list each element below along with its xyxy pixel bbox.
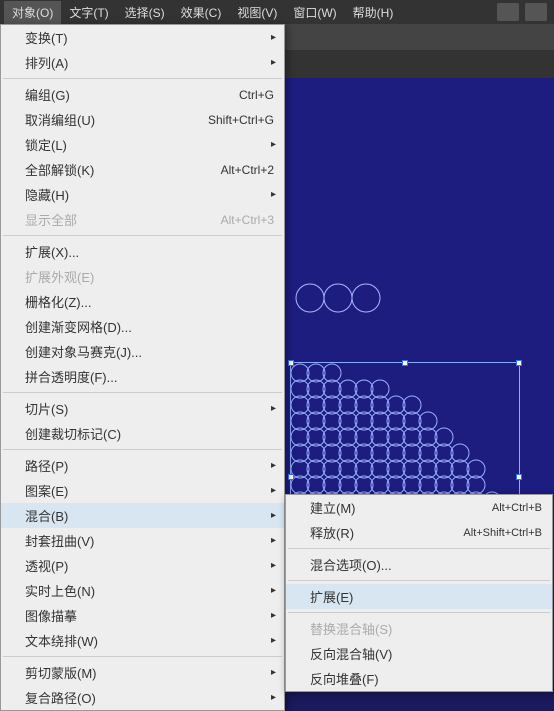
menubar: 对象(O) 文字(T) 选择(S) 效果(C) 视图(V) 窗口(W) 帮助(H… xyxy=(0,0,554,24)
bridge-icon[interactable] xyxy=(497,3,519,21)
submenu-item[interactable]: 释放(R)Alt+Shift+Ctrl+B xyxy=(286,520,552,545)
menu-item[interactable]: 全部解锁(K)Alt+Ctrl+2 xyxy=(1,157,284,182)
submenu-item: 替换混合轴(S) xyxy=(286,616,552,641)
blend-submenu: 建立(M)Alt+Ctrl+B释放(R)Alt+Shift+Ctrl+B 混合选项… xyxy=(285,494,553,692)
object-menu: 变换(T)▸排列(A)▸ 编组(G)Ctrl+G取消编组(U)Shift+Ctrl… xyxy=(0,24,285,711)
chevron-right-icon: ▸ xyxy=(271,692,276,703)
menu-item[interactable]: 创建对象马赛克(J)... xyxy=(1,339,284,364)
menu-item[interactable]: 文本绕排(W)▸ xyxy=(1,628,284,653)
menu-item[interactable]: 编组(G)Ctrl+G xyxy=(1,82,284,107)
menu-effect[interactable]: 效果(C) xyxy=(173,1,230,24)
chevron-right-icon: ▸ xyxy=(271,585,276,596)
menu-item[interactable]: 图案(E)▸ xyxy=(1,478,284,503)
chevron-right-icon: ▸ xyxy=(271,510,276,521)
menu-item[interactable]: 扩展(X)... xyxy=(1,239,284,264)
handle[interactable] xyxy=(288,474,294,480)
menu-item[interactable]: 实时上色(N)▸ xyxy=(1,578,284,603)
handle[interactable] xyxy=(402,360,408,366)
menu-select[interactable]: 选择(S) xyxy=(117,1,173,24)
chevron-right-icon: ▸ xyxy=(271,460,276,471)
submenu-item[interactable]: 反向混合轴(V) xyxy=(286,641,552,666)
menu-item[interactable]: 图像描摹▸ xyxy=(1,603,284,628)
menu-item[interactable]: 隐藏(H)▸ xyxy=(1,182,284,207)
menu-window[interactable]: 窗口(W) xyxy=(285,1,344,24)
menu-item[interactable]: 取消编组(U)Shift+Ctrl+G xyxy=(1,107,284,132)
menu-item[interactable]: 剪切蒙版(M)▸ xyxy=(1,660,284,685)
menu-item[interactable]: 封套扭曲(V)▸ xyxy=(1,528,284,553)
menu-item: 扩展外观(E) xyxy=(1,264,284,289)
menu-item: 显示全部Alt+Ctrl+3 xyxy=(1,207,284,232)
submenu-item[interactable]: 扩展(E) xyxy=(286,584,552,609)
menu-type[interactable]: 文字(T) xyxy=(61,1,116,24)
chevron-right-icon: ▸ xyxy=(271,560,276,571)
menu-item[interactable]: 路径(P)▸ xyxy=(1,453,284,478)
chevron-right-icon: ▸ xyxy=(271,32,276,43)
menu-item[interactable]: 透视(P)▸ xyxy=(1,553,284,578)
chevron-right-icon: ▸ xyxy=(271,535,276,546)
menu-item[interactable]: 排列(A)▸ xyxy=(1,50,284,75)
menu-item[interactable]: 创建裁切标记(C) xyxy=(1,421,284,446)
menu-item[interactable]: 混合(B)▸ xyxy=(1,503,284,528)
chevron-right-icon: ▸ xyxy=(271,57,276,68)
menu-item[interactable]: 锁定(L)▸ xyxy=(1,132,284,157)
handle[interactable] xyxy=(516,360,522,366)
menu-item[interactable]: 切片(S)▸ xyxy=(1,396,284,421)
chevron-right-icon: ▸ xyxy=(271,635,276,646)
chevron-right-icon: ▸ xyxy=(271,667,276,678)
menu-item[interactable]: 复合路径(O)▸ xyxy=(1,685,284,710)
chevron-right-icon: ▸ xyxy=(271,485,276,496)
menu-item[interactable]: 变换(T)▸ xyxy=(1,25,284,50)
menu-item[interactable]: 栅格化(Z)... xyxy=(1,289,284,314)
menu-view[interactable]: 视图(V) xyxy=(229,1,285,24)
submenu-item[interactable]: 反向堆叠(F) xyxy=(286,666,552,691)
chevron-right-icon: ▸ xyxy=(271,189,276,200)
menu-item[interactable]: 拼合透明度(F)... xyxy=(1,364,284,389)
handle[interactable] xyxy=(288,360,294,366)
chevron-right-icon: ▸ xyxy=(271,139,276,150)
arrange-icon[interactable] xyxy=(525,3,547,21)
submenu-item[interactable]: 混合选项(O)... xyxy=(286,552,552,577)
handle[interactable] xyxy=(516,474,522,480)
chevron-right-icon: ▸ xyxy=(271,610,276,621)
menu-help[interactable]: 帮助(H) xyxy=(345,1,402,24)
menu-object[interactable]: 对象(O) xyxy=(4,1,61,24)
menu-item[interactable]: 创建渐变网格(D)... xyxy=(1,314,284,339)
submenu-item[interactable]: 建立(M)Alt+Ctrl+B xyxy=(286,495,552,520)
chevron-right-icon: ▸ xyxy=(271,403,276,414)
